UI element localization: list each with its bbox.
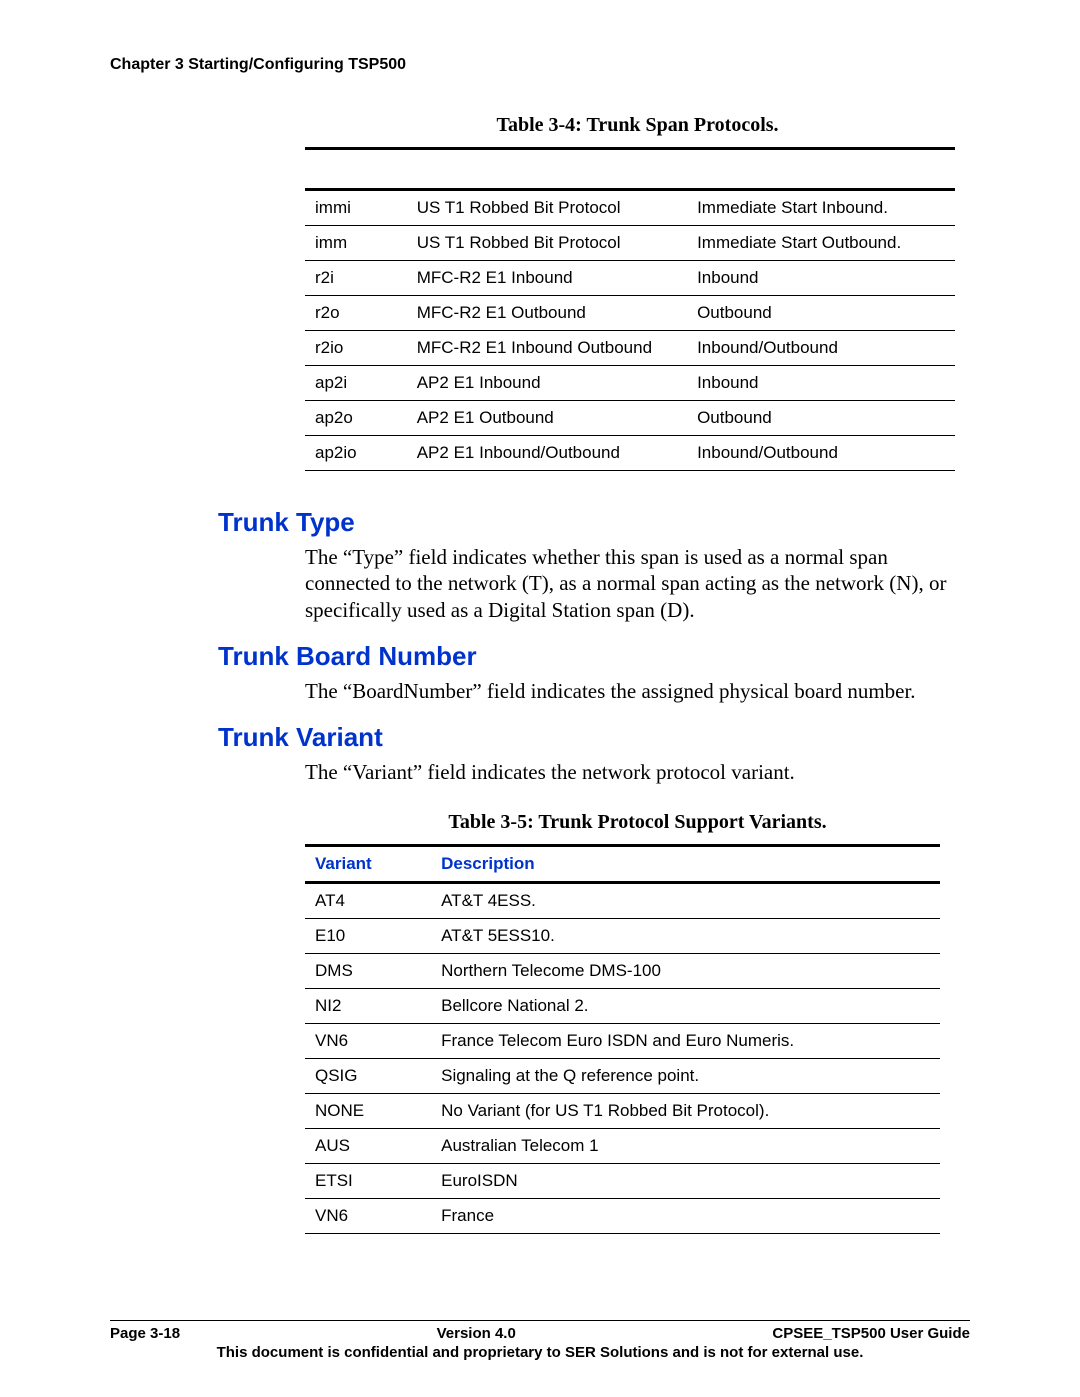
footer-page-number: Page 3-18: [110, 1325, 180, 1342]
table-3-5-block: Table 3-5: Trunk Protocol Support Varian…: [305, 811, 970, 1234]
column-header-variant: Variant: [305, 846, 431, 883]
protocol-name: AP2 E1 Inbound: [407, 366, 687, 401]
variant-desc: AT&T 5ESS10.: [431, 919, 940, 954]
paragraph-trunk-variant: The “Variant” field indicates the networ…: [305, 759, 965, 785]
table-row: QSIG Signaling at the Q reference point.: [305, 1059, 940, 1094]
table-row: AT4 AT&T 4ESS.: [305, 883, 940, 919]
protocol-desc: Outbound: [687, 296, 955, 331]
table-row: ETSI EuroISDN: [305, 1164, 940, 1199]
protocol-desc: Inbound: [687, 366, 955, 401]
variant-code: E10: [305, 919, 431, 954]
protocol-name: MFC-R2 E1 Inbound: [407, 261, 687, 296]
table-row: DMS Northern Telecome DMS-100: [305, 954, 940, 989]
table-3-4-block: Table 3-4: Trunk Span Protocols. immi US…: [305, 114, 970, 471]
table-3-4: immi US T1 Robbed Bit Protocol Immediate…: [305, 147, 955, 471]
protocol-name: AP2 E1 Outbound: [407, 401, 687, 436]
protocol-desc: Immediate Start Outbound.: [687, 226, 955, 261]
table-row: immi US T1 Robbed Bit Protocol Immediate…: [305, 190, 955, 226]
variant-code: DMS: [305, 954, 431, 989]
table-3-4-header-row: [305, 149, 955, 190]
table-3-4-caption: Table 3-4: Trunk Span Protocols.: [305, 114, 970, 137]
protocol-name: AP2 E1 Inbound/Outbound: [407, 436, 687, 471]
table-3-4-header-cell: [305, 149, 407, 190]
table-row: E10 AT&T 5ESS10.: [305, 919, 940, 954]
variant-code: NI2: [305, 989, 431, 1024]
protocol-name: MFC-R2 E1 Outbound: [407, 296, 687, 331]
page-footer: Page 3-18 Version 4.0 CPSEE_TSP500 User …: [110, 1320, 970, 1361]
protocol-code: immi: [305, 190, 407, 226]
variant-desc: No Variant (for US T1 Robbed Bit Protoco…: [431, 1094, 940, 1129]
variant-desc: Bellcore National 2.: [431, 989, 940, 1024]
protocol-name: MFC-R2 E1 Inbound Outbound: [407, 331, 687, 366]
heading-trunk-variant: Trunk Variant: [218, 722, 970, 753]
footer-doc-title: CPSEE_TSP500 User Guide: [772, 1325, 970, 1342]
heading-trunk-type: Trunk Type: [218, 507, 970, 538]
protocol-code: ap2o: [305, 401, 407, 436]
table-3-5-caption: Table 3-5: Trunk Protocol Support Varian…: [305, 811, 970, 834]
footer-version: Version 4.0: [437, 1325, 516, 1342]
protocol-code: r2io: [305, 331, 407, 366]
table-row: r2i MFC-R2 E1 Inbound Inbound: [305, 261, 955, 296]
footer-confidential-note: This document is confidential and propri…: [110, 1344, 970, 1361]
protocol-code: r2o: [305, 296, 407, 331]
table-3-5-header-row: Variant Description: [305, 846, 940, 883]
protocol-desc: Inbound/Outbound: [687, 436, 955, 471]
variant-desc: AT&T 4ESS.: [431, 883, 940, 919]
table-row: r2o MFC-R2 E1 Outbound Outbound: [305, 296, 955, 331]
protocol-name: US T1 Robbed Bit Protocol: [407, 226, 687, 261]
variant-code: NONE: [305, 1094, 431, 1129]
protocol-code: ap2io: [305, 436, 407, 471]
table-3-4-header-cell: [687, 149, 955, 190]
document-page: Chapter 3 Starting/Configuring TSP500 Ta…: [0, 0, 1080, 1397]
protocol-desc: Immediate Start Inbound.: [687, 190, 955, 226]
variant-code: ETSI: [305, 1164, 431, 1199]
table-row: AUS Australian Telecom 1: [305, 1129, 940, 1164]
running-header: Chapter 3 Starting/Configuring TSP500: [110, 56, 970, 74]
table-row: ap2io AP2 E1 Inbound/Outbound Inbound/Ou…: [305, 436, 955, 471]
table-row: VN6 France: [305, 1199, 940, 1234]
paragraph-trunk-type: The “Type” field indicates whether this …: [305, 544, 965, 623]
table-row: r2io MFC-R2 E1 Inbound Outbound Inbound/…: [305, 331, 955, 366]
protocol-desc: Outbound: [687, 401, 955, 436]
variant-desc: Northern Telecome DMS-100: [431, 954, 940, 989]
variant-desc: Signaling at the Q reference point.: [431, 1059, 940, 1094]
variant-desc: Australian Telecom 1: [431, 1129, 940, 1164]
protocol-desc: Inbound/Outbound: [687, 331, 955, 366]
protocol-code: imm: [305, 226, 407, 261]
heading-trunk-board-number: Trunk Board Number: [218, 641, 970, 672]
table-3-4-header-cell: [407, 149, 687, 190]
table-row: imm US T1 Robbed Bit Protocol Immediate …: [305, 226, 955, 261]
protocol-name: US T1 Robbed Bit Protocol: [407, 190, 687, 226]
table-row: ap2o AP2 E1 Outbound Outbound: [305, 401, 955, 436]
protocol-code: r2i: [305, 261, 407, 296]
table-row: ap2i AP2 E1 Inbound Inbound: [305, 366, 955, 401]
variant-code: QSIG: [305, 1059, 431, 1094]
table-row: NONE No Variant (for US T1 Robbed Bit Pr…: [305, 1094, 940, 1129]
column-header-description: Description: [431, 846, 940, 883]
variant-desc: France: [431, 1199, 940, 1234]
variant-desc: France Telecom Euro ISDN and Euro Numeri…: [431, 1024, 940, 1059]
table-3-5: Variant Description AT4 AT&T 4ESS. E10 A…: [305, 844, 940, 1234]
protocol-code: ap2i: [305, 366, 407, 401]
protocol-desc: Inbound: [687, 261, 955, 296]
table-row: VN6 France Telecom Euro ISDN and Euro Nu…: [305, 1024, 940, 1059]
variant-desc: EuroISDN: [431, 1164, 940, 1199]
variant-code: VN6: [305, 1024, 431, 1059]
paragraph-trunk-board-number: The “BoardNumber” field indicates the as…: [305, 678, 965, 704]
table-row: NI2 Bellcore National 2.: [305, 989, 940, 1024]
variant-code: VN6: [305, 1199, 431, 1234]
variant-code: AUS: [305, 1129, 431, 1164]
variant-code: AT4: [305, 883, 431, 919]
